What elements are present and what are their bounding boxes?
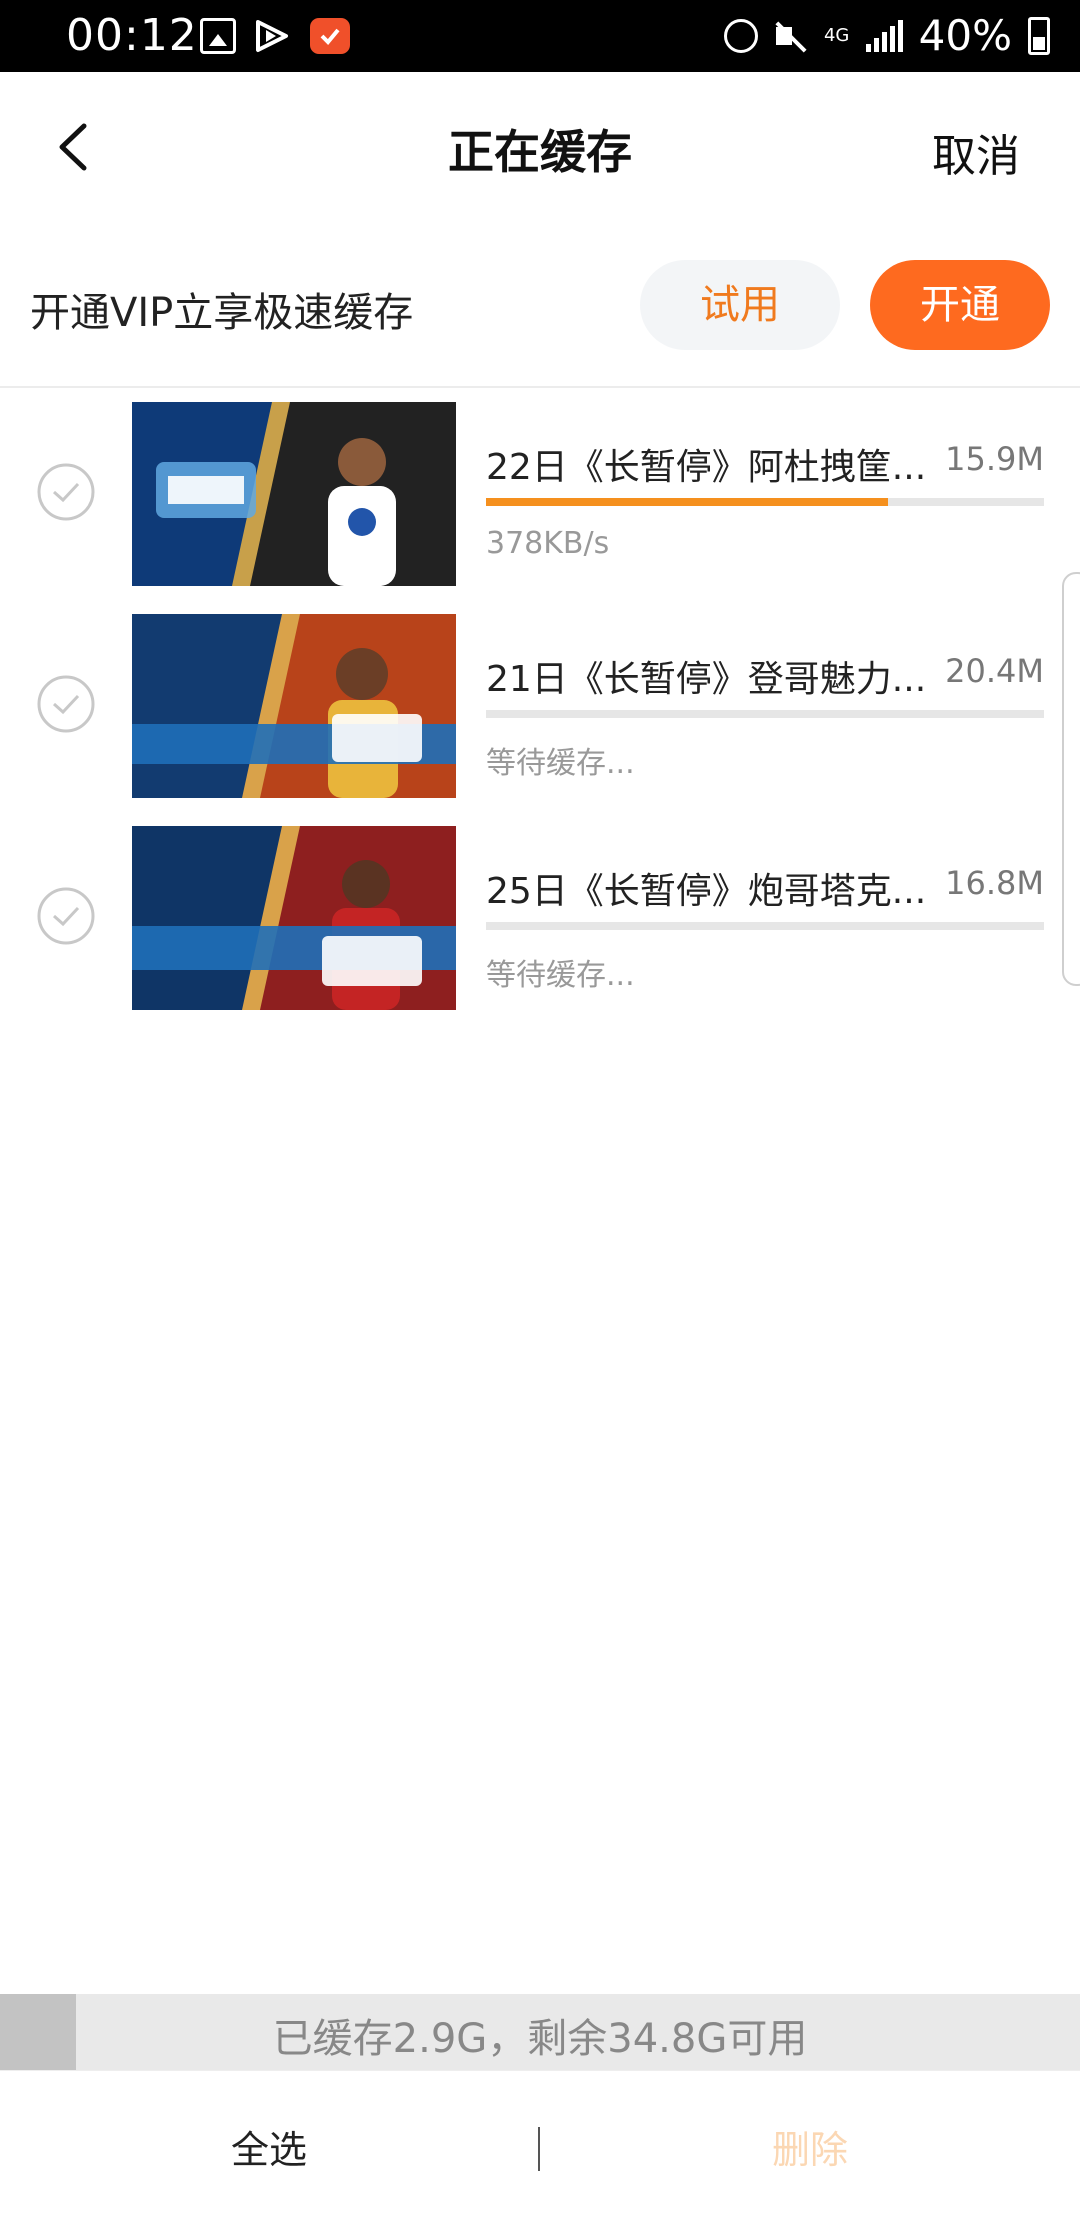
page-title: 正在缓存 <box>448 125 632 179</box>
check-circle-icon[interactable] <box>36 674 96 734</box>
video-thumbnail <box>132 826 456 1010</box>
vip-banner: 开通VIP立享极速缓存 试用 开通 <box>0 222 1080 386</box>
video-title: 22日《长暂停》阿杜拽筐... <box>486 447 927 488</box>
delete-button[interactable]: 删除 <box>540 2119 1080 2174</box>
trial-button[interactable]: 试用 <box>640 260 840 350</box>
download-status: 等待缓存... <box>486 958 635 993</box>
file-size: 16.8M <box>945 864 1044 902</box>
status-time: 00:12 <box>66 10 198 61</box>
video-title: 25日《长暂停》炮哥塔克... <box>486 871 927 912</box>
progress-bar <box>486 922 1044 930</box>
vip-promo-text: 开通VIP立享极速缓存 <box>30 290 414 336</box>
scroll-handle[interactable] <box>1062 572 1080 986</box>
download-status: 等待缓存... <box>486 746 635 781</box>
play-icon <box>256 20 288 52</box>
file-size: 15.9M <box>945 440 1044 478</box>
file-size: 20.4M <box>945 652 1044 690</box>
select-all-button[interactable]: 全选 <box>0 2119 538 2174</box>
header: 正在缓存 取消 <box>0 72 1080 222</box>
signal-icon <box>865 20 903 52</box>
cancel-button[interactable]: 取消 <box>932 120 1020 184</box>
progress-bar <box>486 498 1044 506</box>
check-circle-icon[interactable] <box>36 886 96 946</box>
divider <box>0 386 1080 388</box>
app-notification-icon <box>310 18 350 54</box>
video-thumbnail <box>132 402 456 586</box>
download-item[interactable]: 21日《长暂停》登哥魅力... 20.4M 等待缓存... <box>0 614 1080 804</box>
video-title: 21日《长暂停》登哥魅力... <box>486 659 927 700</box>
download-item[interactable]: 22日《长暂停》阿杜拽筐... 15.9M 378KB/s <box>0 402 1080 592</box>
download-status: 378KB/s <box>486 526 610 561</box>
storage-bar: 已缓存2.9G，剩余34.8G可用 <box>0 1994 1080 2070</box>
mute-icon <box>774 19 808 53</box>
gallery-icon <box>200 18 236 54</box>
battery-icon <box>1028 17 1050 55</box>
progress-fill <box>486 498 888 506</box>
check-circle-icon[interactable] <box>36 462 96 522</box>
status-bar: 00:12 4G 40% <box>0 0 1080 72</box>
bottom-action-bar: 全选 删除 <box>0 2070 1080 2221</box>
progress-bar <box>486 710 1044 718</box>
open-vip-button[interactable]: 开通 <box>870 260 1050 350</box>
storage-text: 已缓存2.9G，剩余34.8G可用 <box>272 2016 808 2062</box>
alarm-icon <box>723 19 758 53</box>
download-item[interactable]: 25日《长暂停》炮哥塔克... 16.8M 等待缓存... <box>0 826 1080 1016</box>
battery-percent: 40% <box>918 11 1012 60</box>
network-type: 4G <box>823 25 850 46</box>
video-thumbnail <box>132 614 456 798</box>
